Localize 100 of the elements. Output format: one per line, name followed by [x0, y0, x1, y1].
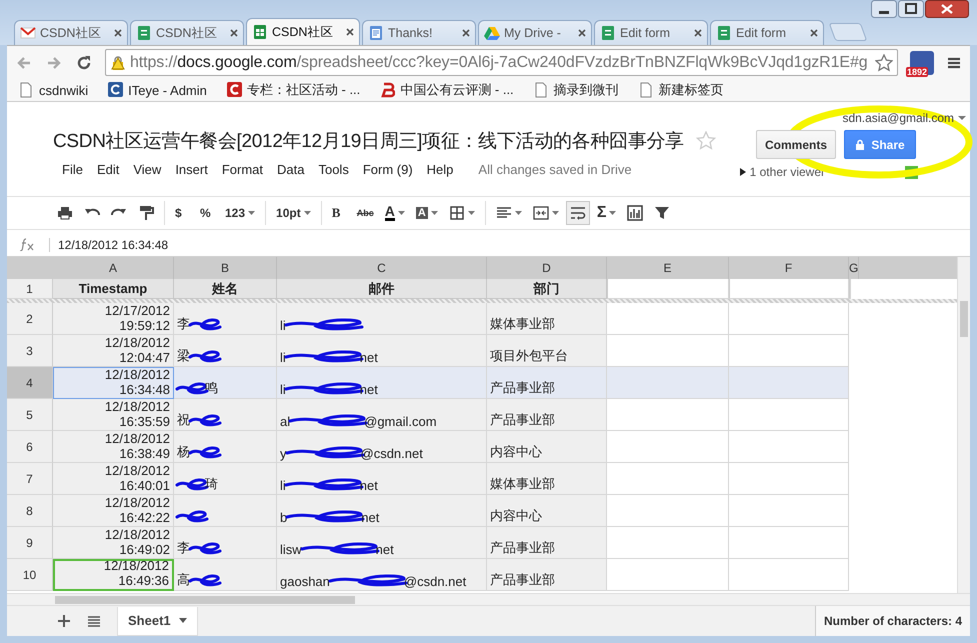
page-icon: [19, 82, 34, 98]
table-cell[interactable]: 12/18/2012 16:34:48: [53, 367, 174, 399]
table-row[interactable]: 9 12/18/2012 16:49:02 李 lisw net 产品事业部: [7, 527, 957, 559]
bookmark[interactable]: ITeye - Admin: [108, 82, 207, 98]
formula-field[interactable]: 12/18/2012 16:34:48: [49, 238, 168, 252]
caret-icon: [468, 211, 475, 215]
warning-lock-icon: [110, 54, 126, 70]
toolbar-button[interactable]: A: [380, 201, 409, 225]
bookmark[interactable]: 中国公有云评测 - ...: [380, 81, 514, 99]
cell-text: net: [360, 382, 378, 397]
row-header[interactable]: 1: [7, 279, 53, 299]
sheet-tab[interactable]: Sheet1: [117, 606, 198, 636]
close-icon[interactable]: [810, 29, 818, 37]
reload-icon[interactable]: [75, 54, 93, 72]
table-cell: 项目外包平台: [487, 335, 607, 367]
table-row[interactable]: 7 12/18/2012 16:40:01 琦 li net 媒体事业部: [7, 463, 957, 495]
horizontal-scrollbar[interactable]: [7, 593, 970, 605]
row-header[interactable]: 2: [7, 303, 53, 335]
row-header[interactable]: 9: [7, 527, 53, 559]
table-cell[interactable]: 12/18/2012 16:40:01: [53, 463, 174, 495]
vertical-scrollbar[interactable]: [957, 257, 970, 593]
table-cell[interactable]: 12/18/2012 16:35:59: [53, 399, 174, 431]
table-cell: 媒体事业部: [487, 463, 607, 495]
bookmark[interactable]: 专栏：社区活动 - ...: [226, 81, 360, 99]
row-header[interactable]: 3: [7, 335, 53, 367]
menu-item[interactable]: Tools: [311, 162, 356, 177]
browser-tab[interactable]: CSDN社区: [14, 20, 128, 45]
comments-button[interactable]: Comments: [756, 130, 836, 159]
browser-tab[interactable]: My Drive -: [478, 20, 592, 45]
viewers-toggle[interactable]: 1 other viewer: [740, 165, 825, 179]
browser-tab[interactable]: CSDN社区: [246, 18, 360, 45]
address-field[interactable]: https://docs.google.com/spreadsheet/ccc?key=0Al6j-7aCw240dFVzdzBrTnBNZFlqWk9BcVJqd1gzR1E#g: [105, 49, 898, 76]
bookmark[interactable]: 新建标签页: [638, 81, 724, 99]
toolbar-button[interactable]: B: [328, 201, 350, 225]
add-sheet-icon[interactable]: [57, 614, 71, 628]
toolbar-button[interactable]: A: [412, 201, 442, 225]
close-icon[interactable]: [694, 29, 702, 37]
browser-tab[interactable]: Edit form: [710, 20, 824, 45]
maximize-button[interactable]: [898, 0, 924, 18]
bookmark[interactable]: csdnwiki: [19, 82, 88, 98]
toolbar-button[interactable]: Σ: [592, 201, 620, 225]
table-cell: 产品事业部: [487, 527, 607, 559]
sheet-list-icon[interactable]: [87, 614, 101, 628]
toolbar-button[interactable]: Abc: [352, 201, 378, 225]
caret-icon: [248, 211, 256, 215]
table-cell[interactable]: 12/18/2012 16:49:02: [53, 527, 174, 559]
menu-item[interactable]: Data: [270, 162, 312, 177]
menu-item[interactable]: File: [55, 162, 90, 177]
close-icon[interactable]: [462, 29, 470, 37]
table-row[interactable]: 3 12/18/2012 12:04:47 梁 li net 项目外包平台: [7, 335, 957, 367]
toolbar-button[interactable]: 123: [221, 201, 260, 225]
row-header[interactable]: 6: [7, 431, 53, 463]
close-button[interactable]: [925, 0, 969, 18]
table-row[interactable]: 6 12/18/2012 16:38:49 杨 y @csdn.net 内容中心: [7, 431, 957, 463]
merge-cells-icon: [532, 205, 549, 221]
row-header[interactable]: 7: [7, 463, 53, 495]
table-row[interactable]: 4 12/18/2012 16:34:48 鸣 li net 产品事业部: [7, 367, 957, 399]
menu-item[interactable]: Help: [420, 162, 460, 177]
caret-icon: [304, 211, 311, 215]
table-cell: 产品事业部: [487, 559, 607, 591]
document-icon: [368, 25, 384, 41]
row-header[interactable]: 5: [7, 399, 53, 431]
toolbar-button[interactable]: [566, 201, 590, 225]
close-icon[interactable]: [230, 29, 238, 37]
document-title[interactable]: CSDN社区运营午餐会[2012年12月19日周三]项征：线下活动的各种囧事分享: [53, 128, 684, 154]
close-icon[interactable]: [346, 28, 354, 36]
browser-tab[interactable]: CSDN社区: [130, 20, 244, 45]
table-cell[interactable]: 12/18/2012 16:42:22: [53, 495, 174, 527]
menu-item[interactable]: Form (9): [356, 162, 420, 177]
menu-item[interactable]: View: [126, 162, 168, 177]
cell-text: lisw: [280, 542, 302, 557]
row-header[interactable]: 10: [7, 559, 53, 591]
table-row[interactable]: 5 12/18/2012 16:35:59 祝 al @gmail.com 产品事业部: [7, 399, 957, 431]
menu-item[interactable]: Insert: [168, 162, 215, 177]
table-cell[interactable]: 12/18/2012 16:38:49: [53, 431, 174, 463]
row-header[interactable]: 8: [7, 495, 53, 527]
browser-tab[interactable]: Edit form: [594, 20, 708, 45]
star-icon[interactable]: [875, 54, 893, 72]
menu-item[interactable]: Format: [214, 162, 270, 177]
cell-text: @gmail.com: [364, 414, 437, 429]
table-cell[interactable]: 12/17/2012 19:59:12: [53, 303, 174, 335]
header-cell: Timestamp: [53, 279, 174, 299]
minimize-button[interactable]: [871, 0, 897, 18]
status-bar: Number of characters: 4: [814, 606, 970, 636]
toolbar-button[interactable]: 10pt: [272, 201, 315, 225]
row-header[interactable]: 4: [7, 367, 53, 399]
close-icon[interactable]: [578, 29, 586, 37]
toolbar-button[interactable]: %: [196, 201, 218, 225]
bookmark[interactable]: 摘录到微刊: [534, 81, 619, 99]
table-cell: 内容中心: [487, 495, 607, 527]
table-row[interactable]: 2 12/17/2012 19:59:12 李 li 媒体事业部: [7, 303, 957, 335]
star-icon[interactable]: [696, 131, 716, 151]
table-cell[interactable]: 12/18/2012 12:04:47: [53, 335, 174, 367]
document-icon: [600, 25, 616, 41]
cell-text: y: [280, 446, 286, 461]
close-icon[interactable]: [114, 29, 122, 37]
menu-item[interactable]: Edit: [90, 162, 126, 177]
browser-tab[interactable]: Thanks!: [362, 20, 476, 45]
toolbar-button[interactable]: $: [171, 201, 193, 225]
table-row[interactable]: 8 12/18/2012 16:42:22 b net 内容中心: [7, 495, 957, 527]
